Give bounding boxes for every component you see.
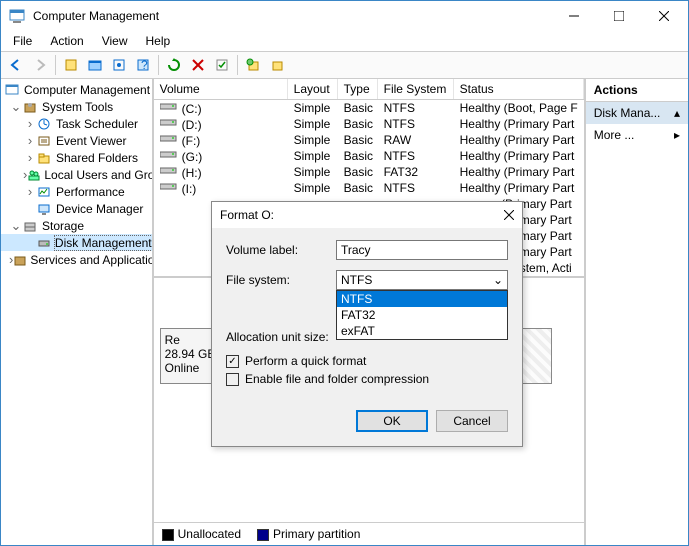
tree-shared-folders[interactable]: ›Shared Folders xyxy=(1,149,152,166)
actions-disk-management[interactable]: Disk Mana...▴ xyxy=(586,102,688,124)
col-layout[interactable]: Layout xyxy=(288,79,338,99)
tree-performance[interactable]: ›Performance xyxy=(1,183,152,200)
compression-checkbox[interactable]: Enable file and folder compression xyxy=(226,372,508,386)
window-title: Computer Management xyxy=(33,9,551,23)
cancel-button[interactable]: Cancel xyxy=(436,410,508,432)
navigation-tree[interactable]: Computer Management (L ⌄System Tools ›Ta… xyxy=(1,79,154,545)
file-system-label: File system: xyxy=(226,273,336,287)
checkbox-unchecked-icon xyxy=(226,373,239,386)
checkbox-checked-icon: ✓ xyxy=(226,355,239,368)
actions-header: Actions xyxy=(586,79,688,102)
fs-option-ntfs[interactable]: NTFS xyxy=(337,291,507,307)
volume-label-label: Volume label: xyxy=(226,243,336,257)
toolbar-icon[interactable] xyxy=(266,54,288,76)
quick-format-checkbox[interactable]: ✓ Perform a quick format xyxy=(226,354,508,368)
actions-more[interactable]: More ...▸ xyxy=(586,124,688,146)
svg-text:?: ? xyxy=(141,58,148,72)
format-dialog: Format O: Volume label: File system: NTF… xyxy=(211,201,523,447)
volume-row[interactable]: (I:)SimpleBasicNTFSHealthy (Primary Part xyxy=(154,180,584,196)
collapse-icon: ▴ xyxy=(674,106,680,120)
actions-pane: Actions Disk Mana...▴ More ...▸ xyxy=(586,79,688,545)
fs-option-exfat[interactable]: exFAT xyxy=(337,323,507,339)
volume-row[interactable]: (G:)SimpleBasicNTFSHealthy (Primary Part xyxy=(154,148,584,164)
menubar: File Action View Help xyxy=(1,31,688,51)
toolbar-icon[interactable] xyxy=(60,54,82,76)
volume-list-header[interactable]: Volume Layout Type File System Status xyxy=(154,79,584,100)
toolbar: ? xyxy=(1,51,688,79)
col-status[interactable]: Status xyxy=(454,79,584,99)
volume-row[interactable]: (C:)SimpleBasicNTFSHealthy (Boot, Page F xyxy=(154,100,584,116)
toolbar-icon[interactable] xyxy=(211,54,233,76)
chevron-down-icon: ⌄ xyxy=(493,273,503,287)
chevron-right-icon: ▸ xyxy=(674,128,680,142)
file-system-combo[interactable]: NTFS ⌄ xyxy=(336,270,508,290)
back-button[interactable] xyxy=(5,54,27,76)
dialog-titlebar: Format O: xyxy=(212,202,522,228)
col-volume[interactable]: Volume xyxy=(154,79,288,99)
app-icon xyxy=(9,8,25,24)
refresh-button[interactable] xyxy=(163,54,185,76)
dialog-title: Format O: xyxy=(220,208,504,222)
close-button[interactable] xyxy=(641,1,686,31)
toolbar-icon[interactable] xyxy=(242,54,264,76)
menu-action[interactable]: Action xyxy=(42,32,91,50)
toolbar-icon[interactable] xyxy=(84,54,106,76)
menu-view[interactable]: View xyxy=(94,32,136,50)
col-filesystem[interactable]: File System xyxy=(378,79,454,99)
legend: Unallocated Primary partition xyxy=(154,522,584,545)
volume-row[interactable]: (F:)SimpleBasicRAWHealthy (Primary Part xyxy=(154,132,584,148)
menu-file[interactable]: File xyxy=(5,32,40,50)
legend-unallocated: Unallocated xyxy=(162,527,241,541)
tree-task-scheduler[interactable]: ›Task Scheduler xyxy=(1,115,152,132)
fs-option-fat32[interactable]: FAT32 xyxy=(337,307,507,323)
tree-storage[interactable]: ⌄Storage xyxy=(1,217,152,234)
allocation-unit-label: Allocation unit size: xyxy=(226,330,336,344)
volume-row[interactable]: (H:)SimpleBasicFAT32Healthy (Primary Par… xyxy=(154,164,584,180)
tree-root[interactable]: Computer Management (L xyxy=(1,81,152,98)
tree-services[interactable]: ›Services and Applicatio xyxy=(1,251,152,268)
tree-event-viewer[interactable]: ›Event Viewer xyxy=(1,132,152,149)
delete-button[interactable] xyxy=(187,54,209,76)
volume-label-input[interactable] xyxy=(336,240,508,260)
dialog-close-button[interactable] xyxy=(504,210,514,220)
tree-disk-management[interactable]: Disk Management xyxy=(1,234,152,251)
tree-system-tools[interactable]: ⌄System Tools xyxy=(1,98,152,115)
legend-primary: Primary partition xyxy=(257,527,360,541)
help-button[interactable]: ? xyxy=(132,54,154,76)
titlebar: Computer Management xyxy=(1,1,688,31)
toolbar-icon[interactable] xyxy=(108,54,130,76)
forward-button[interactable] xyxy=(29,54,51,76)
tree-device-manager[interactable]: Device Manager xyxy=(1,200,152,217)
volume-row[interactable]: (D:)SimpleBasicNTFSHealthy (Primary Part xyxy=(154,116,584,132)
ok-button[interactable]: OK xyxy=(356,410,428,432)
menu-help[interactable]: Help xyxy=(138,32,179,50)
minimize-button[interactable] xyxy=(551,1,596,31)
col-type[interactable]: Type xyxy=(338,79,378,99)
maximize-button[interactable] xyxy=(596,1,641,31)
tree-local-users[interactable]: ›Local Users and Gro xyxy=(1,166,152,183)
file-system-dropdown[interactable]: NTFS FAT32 exFAT xyxy=(336,290,508,340)
